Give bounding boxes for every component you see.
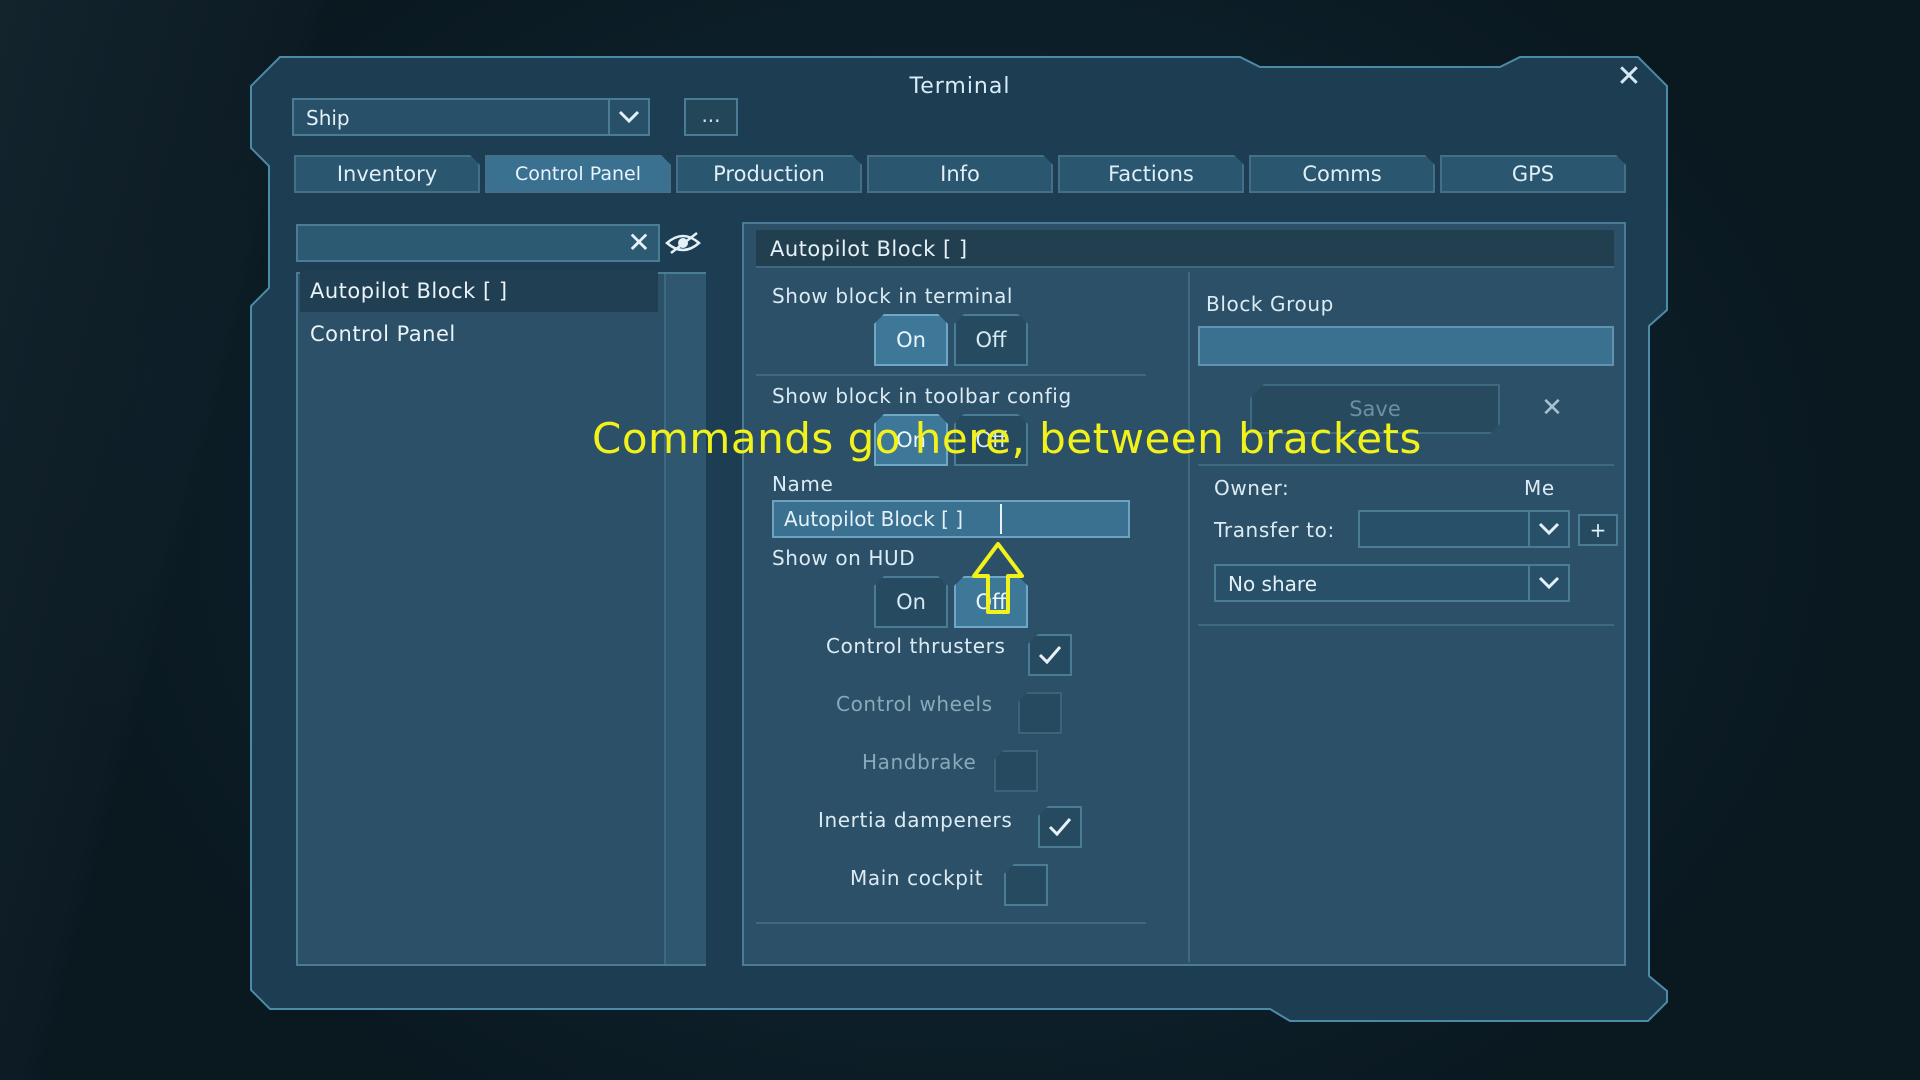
chevron-down-icon[interactable] [1528, 512, 1568, 546]
show-in-terminal-off-button[interactable]: Off [954, 314, 1028, 366]
divider [1198, 464, 1614, 466]
delete-group-icon[interactable]: ✕ [1536, 392, 1568, 424]
block-group-label: Block Group [1206, 292, 1334, 316]
column-divider [1188, 272, 1190, 962]
text-caret [1000, 504, 1002, 534]
share-select[interactable]: No share [1214, 564, 1570, 602]
handbrake-label: Handbrake [862, 750, 977, 774]
tab-comms[interactable]: Comms [1249, 155, 1435, 193]
checkmark-icon [1038, 646, 1062, 665]
more-options-button[interactable]: ... [684, 98, 738, 136]
tab-gps[interactable]: GPS [1440, 155, 1626, 193]
transfer-to-label: Transfer to: [1214, 518, 1335, 542]
annotation-text: Commands go here, between brackets [592, 414, 1422, 463]
add-transfer-button[interactable]: + [1578, 514, 1618, 546]
main-cockpit-label: Main cockpit [850, 866, 984, 890]
block-list-scrollbar[interactable] [664, 274, 706, 964]
control-thrusters-label: Control thrusters [826, 634, 1006, 658]
window-title: Terminal [909, 74, 1011, 99]
list-item[interactable]: Autopilot Block [ ] [300, 270, 658, 312]
divider [756, 922, 1146, 924]
divider [1198, 624, 1614, 626]
transfer-to-select[interactable] [1358, 510, 1570, 548]
control-wheels-checkbox[interactable] [1018, 692, 1062, 734]
owner-value: Me [1524, 476, 1555, 500]
chevron-down-icon[interactable] [608, 100, 648, 134]
control-thrusters-checkbox[interactable] [1028, 634, 1072, 676]
block-group-input[interactable] [1198, 326, 1614, 366]
checkmark-icon [1048, 818, 1072, 837]
show-in-terminal-on-button[interactable]: On [874, 314, 948, 366]
show-on-hud-on-button[interactable]: On [874, 576, 948, 628]
inertia-dampeners-checkbox[interactable] [1038, 806, 1082, 848]
ship-select[interactable]: Ship [292, 98, 650, 136]
up-arrow-icon [972, 542, 1024, 614]
block-name-input[interactable]: Autopilot Block [ ] [772, 500, 1130, 538]
tab-info[interactable]: Info [867, 155, 1053, 193]
show-on-hud-label: Show on HUD [772, 546, 916, 570]
main-cockpit-checkbox[interactable] [1004, 864, 1048, 906]
block-search-input[interactable] [296, 224, 660, 262]
divider [756, 374, 1146, 376]
tab-factions[interactable]: Factions [1058, 155, 1244, 193]
block-list [296, 272, 706, 966]
block-details-header: Autopilot Block [ ] [756, 230, 1614, 268]
tab-inventory[interactable]: Inventory [294, 155, 480, 193]
tab-control-panel[interactable]: Control Panel [485, 155, 671, 193]
name-label: Name [772, 472, 834, 496]
show-in-toolbar-label: Show block in toolbar config [772, 384, 1072, 408]
close-window-button[interactable]: ✕ [1612, 60, 1646, 94]
eye-icon[interactable] [664, 224, 702, 262]
clear-search-icon[interactable]: ✕ [622, 226, 656, 260]
control-wheels-label: Control wheels [836, 692, 993, 716]
owner-label: Owner: [1214, 476, 1290, 500]
share-select-value: No share [1228, 572, 1317, 596]
handbrake-checkbox[interactable] [994, 750, 1038, 792]
chevron-down-icon[interactable] [1528, 566, 1568, 600]
tab-production[interactable]: Production [676, 155, 862, 193]
show-in-terminal-label: Show block in terminal [772, 284, 1014, 308]
list-item[interactable]: Control Panel [300, 313, 658, 355]
ship-select-value: Ship [306, 106, 350, 130]
inertia-dampeners-label: Inertia dampeners [818, 808, 1013, 832]
